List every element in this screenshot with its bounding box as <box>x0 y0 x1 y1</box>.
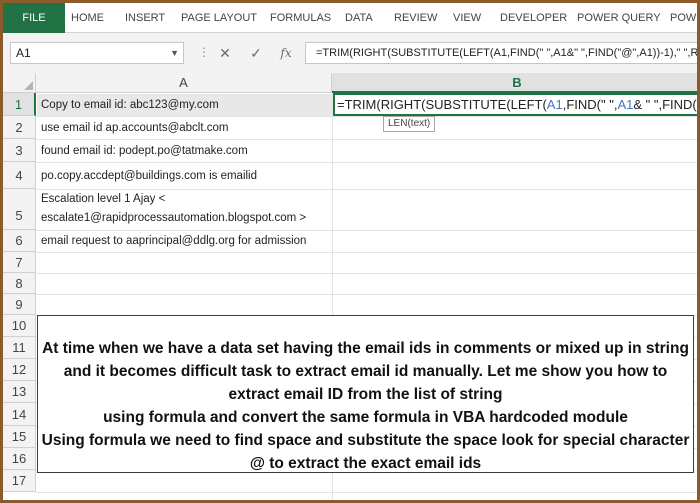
row-header[interactable]: 13 <box>3 381 36 403</box>
excel-window: FILE HOME INSERT PAGE LAYOUT FORMULAS DA… <box>0 0 700 503</box>
column-header-b[interactable]: B <box>332 73 697 93</box>
row-header[interactable]: 17 <box>3 470 36 492</box>
name-box-value: A1 <box>16 46 31 60</box>
tab-view[interactable]: VIEW <box>453 3 481 33</box>
row-header[interactable]: 2 <box>3 116 36 139</box>
cell-a6[interactable]: email request to aaprincipal@ddlg.org fo… <box>37 231 333 252</box>
textbox-line: and it becomes difficult task to extract… <box>63 363 668 380</box>
row-header[interactable]: 10 <box>3 315 36 337</box>
tab-power-query[interactable]: POWER QUERY <box>577 3 661 33</box>
insert-function-icon[interactable]: fx <box>277 44 295 62</box>
worksheet-grid: A B 1 2 3 4 5 6 7 8 9 10 11 12 13 14 15 … <box>3 73 697 500</box>
row-header[interactable]: 16 <box>3 448 36 470</box>
cell-a3[interactable]: found email id: podept.po@tatmake.com <box>37 140 332 162</box>
textbox-line: using formula and convert the same formu… <box>103 409 628 426</box>
tab-insert[interactable]: INSERT <box>125 3 165 33</box>
formula-input[interactable]: =TRIM(RIGHT(SUBSTITUTE(LEFT(A1,FIND(" ",… <box>305 42 697 64</box>
chevron-down-icon[interactable]: ▼ <box>170 43 179 63</box>
textbox-line: extract email ID from the list of string <box>228 386 503 403</box>
row-header[interactable]: 5 <box>3 189 36 230</box>
cell-a5-line: Escalation level 1 Ajay < <box>41 193 166 205</box>
tab-file[interactable]: FILE <box>3 3 65 33</box>
tab-developer[interactable]: DEVELOPER <box>500 3 567 33</box>
row-header[interactable]: 8 <box>3 273 36 294</box>
resize-handle-icon[interactable]: ⋮ <box>198 45 210 59</box>
cell-reference: A1 <box>617 97 634 112</box>
row-header[interactable]: 15 <box>3 426 36 448</box>
row-header[interactable]: 14 <box>3 403 36 426</box>
textbox-line: At time when we have a data set having t… <box>42 340 689 357</box>
tab-data[interactable]: DATA <box>345 3 373 33</box>
formula-bar: A1 ▼ ⋮ ✕ ✓ fx =TRIM(RIGHT(SUBSTITUTE(LEF… <box>3 33 697 73</box>
row-header[interactable]: 11 <box>3 337 36 359</box>
tab-formulas[interactable]: FORMULAS <box>270 3 331 33</box>
name-box[interactable]: A1 ▼ <box>10 42 184 64</box>
cell-a1[interactable]: Copy to email id: abc123@my.com <box>37 94 332 116</box>
tab-power-pivot[interactable]: POWE <box>670 3 697 33</box>
cell-a5-line: escalate1@rapidprocessautomation.blogspo… <box>41 212 307 224</box>
cell-reference: A1 <box>546 97 563 112</box>
row-header[interactable]: 4 <box>3 162 36 189</box>
function-tooltip[interactable]: LEN(text) <box>383 116 436 132</box>
row-header[interactable]: 7 <box>3 252 36 273</box>
enter-icon[interactable]: ✓ <box>247 44 265 62</box>
row-header[interactable]: 6 <box>3 230 36 252</box>
textbox-line: @ to extract the exact email ids <box>249 455 482 472</box>
tab-home[interactable]: HOME <box>71 3 104 33</box>
tab-review[interactable]: REVIEW <box>394 3 437 33</box>
ribbon-tabs: FILE HOME INSERT PAGE LAYOUT FORMULAS DA… <box>3 3 697 33</box>
row-header[interactable]: 9 <box>3 294 36 315</box>
row-header[interactable]: 1 <box>3 93 36 116</box>
cancel-icon[interactable]: ✕ <box>216 44 234 62</box>
cell-b1-editor[interactable]: =TRIM(RIGHT(SUBSTITUTE(LEFT(A1,FIND(" ",… <box>333 93 697 116</box>
tab-page-layout[interactable]: PAGE LAYOUT <box>181 3 257 33</box>
tooltip-arg: text <box>410 118 427 129</box>
cell-a4[interactable]: po.copy.accdept@buildings.com is emailid <box>37 163 332 189</box>
row-header[interactable]: 12 <box>3 359 36 381</box>
textbox-line: Using formula we need to find space and … <box>41 432 690 449</box>
row-header[interactable]: 3 <box>3 139 36 162</box>
cell-a2[interactable]: use email id ap.accounts@abclt.com <box>37 117 332 139</box>
description-textbox[interactable]: At time when we have a data set having t… <box>37 315 694 473</box>
select-all-button[interactable] <box>3 73 36 93</box>
cell-a5[interactable]: Escalation level 1 Ajay < escalate1@rapi… <box>37 190 332 230</box>
column-header-a[interactable]: A <box>36 73 332 93</box>
